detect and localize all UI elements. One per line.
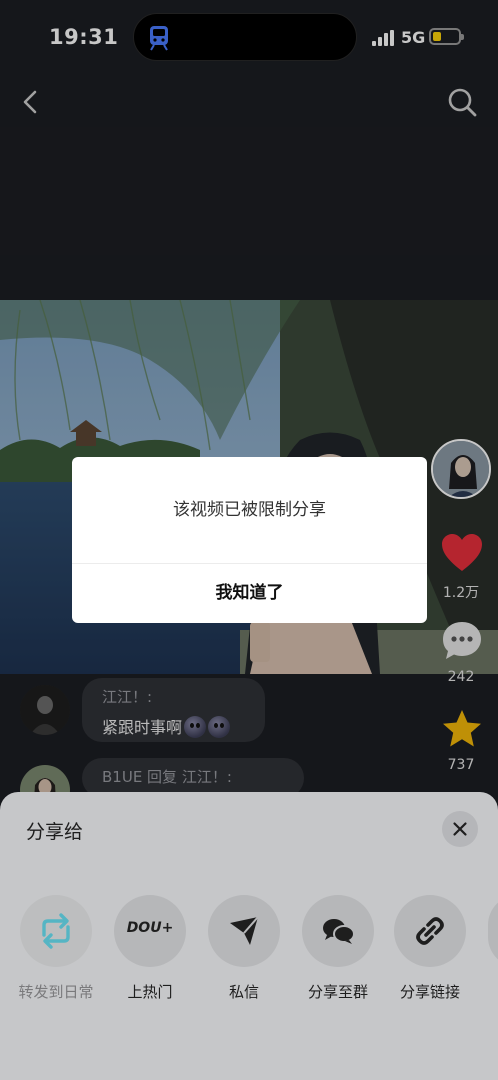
close-button[interactable] — [442, 811, 478, 847]
comment-author: B1UE 回复 江江！: — [102, 768, 232, 786]
comment-text-content: 紧跟时事啊 — [102, 718, 183, 737]
share-label: 上热门 — [127, 983, 173, 1001]
share-restricted-dialog: 该视频已被限制分享 我知道了 — [72, 457, 427, 623]
dialog-message: 该视频已被限制分享 — [173, 500, 326, 520]
avatar[interactable] — [20, 685, 70, 735]
back-icon[interactable] — [16, 86, 46, 118]
network-type: 5G — [401, 28, 426, 47]
share-sheet: 分享给 转发到日常 DOU+ 上热门 私信 分享至群 分享链接 — [0, 792, 498, 1080]
link-icon — [394, 895, 466, 967]
comment-icon[interactable] — [441, 620, 483, 662]
favorite-count: 737 — [447, 757, 475, 773]
close-icon — [453, 822, 467, 836]
favorite-icon[interactable] — [441, 708, 483, 750]
group-chat-icon — [302, 895, 374, 967]
comment-count: 242 — [447, 669, 475, 685]
dialog-confirm-button[interactable]: 我知道了 — [72, 564, 427, 623]
share-sheet-title: 分享给 — [26, 821, 84, 843]
author-avatar[interactable] — [431, 439, 491, 499]
status-bar: 19:31 5G — [0, 0, 498, 74]
app-screen: 19:31 5G 1.2万 242 737 江江！: 紧跟时事啊 B1UE 回复… — [0, 0, 498, 1080]
status-time: 19:31 — [49, 25, 119, 49]
like-count: 1.2万 — [442, 585, 480, 601]
send-icon — [208, 895, 280, 967]
share-label: 私信 — [228, 983, 259, 1001]
search-icon[interactable] — [446, 86, 478, 118]
battery-icon — [429, 28, 464, 45]
metro-icon — [150, 26, 168, 51]
like-icon[interactable] — [441, 533, 483, 573]
share-label: 分享链接 — [399, 983, 460, 1001]
comment-author: 江江！: — [102, 688, 153, 706]
share-label: 分享至群 — [307, 983, 368, 1001]
dynamic-island[interactable] — [133, 13, 357, 61]
emoji-icon — [184, 716, 207, 738]
signal-icon — [372, 30, 394, 46]
share-label: 转发到日常 — [18, 983, 94, 1001]
dou-plus-icon: DOU+ — [114, 895, 186, 967]
comment-text: 紧跟时事啊 — [102, 714, 231, 738]
share-more-partial[interactable] — [488, 895, 498, 967]
emoji-icon — [208, 716, 231, 738]
repost-icon — [20, 895, 92, 967]
